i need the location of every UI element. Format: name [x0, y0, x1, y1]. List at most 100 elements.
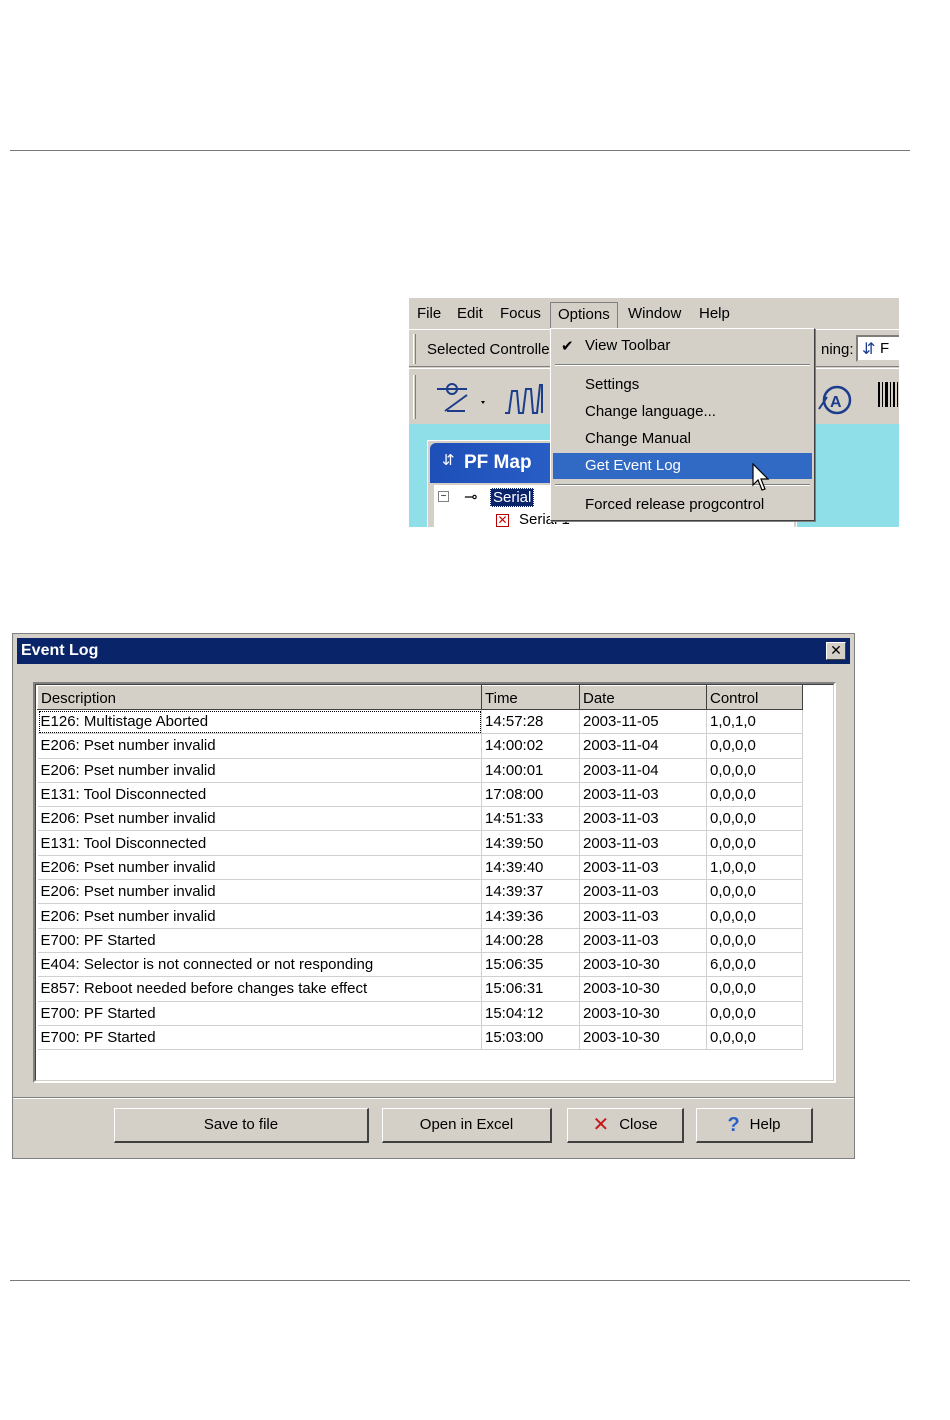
- cell-date: 2003-10-30: [579, 952, 707, 978]
- menu-options[interactable]: Options: [550, 302, 618, 329]
- column-header-control[interactable]: Control: [706, 685, 803, 710]
- cell-date: 2003-11-03: [579, 903, 707, 929]
- cell-description: E126: Multistage Aborted: [37, 709, 482, 735]
- help-button[interactable]: ? Help: [696, 1108, 813, 1143]
- save-to-file-label: Save to file: [203, 1116, 279, 1133]
- menu-focus[interactable]: Focus: [500, 305, 541, 322]
- tree-node-serial[interactable]: Serial: [490, 488, 535, 507]
- table-row[interactable]: E206: Pset number invalid 14:39:36 2003-11…: [37, 903, 803, 929]
- mouse-pointer-icon: [752, 463, 770, 491]
- dialog-titlebar[interactable]: Event Log ✕: [17, 638, 850, 664]
- table-row[interactable]: E700: PF Started 15:03:00 2003-10-30 0,0,0,…: [37, 1025, 803, 1051]
- dropdown-arrow-icon[interactable]: [481, 401, 485, 404]
- tightening-icon[interactable]: [437, 383, 468, 412]
- table-row[interactable]: E206: Pset number invalid 14:39:37 2003-11…: [37, 879, 803, 905]
- table-row[interactable]: E131: Tool Disconnected 17:08:00 2003-11-0…: [37, 782, 803, 808]
- cell-time: 17:08:00: [481, 782, 580, 808]
- menu-item-view-toolbar[interactable]: ✔ View Toolbar: [553, 333, 812, 359]
- table-row[interactable]: E857: Reboot needed before changes take …: [37, 976, 803, 1002]
- menu-window[interactable]: Window: [628, 305, 681, 322]
- cell-control: 0,0,0,0: [706, 1025, 803, 1051]
- tool-icon[interactable]: A: [818, 385, 852, 415]
- save-to-file-button[interactable]: Save to file: [114, 1108, 369, 1143]
- menu-file[interactable]: File: [417, 305, 441, 322]
- running-label: ning:: [821, 341, 854, 358]
- table-row[interactable]: E700: PF Started 15:04:12 2003-10-30 0,0,0,…: [37, 1001, 803, 1026]
- table-row[interactable]: E126: Multistage Aborted 14:57:28 2003-11-…: [37, 709, 803, 735]
- cell-control: 1,0,1,0: [706, 709, 803, 735]
- cell-date: 2003-11-03: [579, 879, 707, 905]
- table-row[interactable]: E206: Pset number invalid 14:39:40 2003-11…: [37, 855, 803, 881]
- menu-item-forced-release[interactable]: Forced release progcontrol: [553, 492, 812, 518]
- collapse-icon[interactable]: −: [438, 491, 449, 502]
- cell-control: 0,0,0,0: [706, 1001, 803, 1026]
- cell-time: 15:04:12: [481, 1001, 580, 1026]
- cell-date: 2003-10-30: [579, 976, 707, 1002]
- help-label: Help: [749, 1116, 781, 1133]
- cell-description: E131: Tool Disconnected: [37, 830, 482, 856]
- menu-edit[interactable]: Edit: [457, 305, 483, 322]
- cell-control: 6,0,0,0: [706, 952, 803, 978]
- cell-control: 0,0,0,0: [706, 758, 803, 783]
- cell-time: 14:00:01: [481, 758, 580, 783]
- menu-item-change-manual[interactable]: Change Manual: [553, 426, 812, 452]
- cell-description: E700: PF Started: [37, 1025, 482, 1051]
- table-row[interactable]: E404: Selector is not connected or not r…: [37, 952, 803, 978]
- cell-control: 0,0,0,0: [706, 782, 803, 808]
- cell-description: E206: Pset number invalid: [37, 879, 482, 905]
- table-row[interactable]: E206: Pset number invalid 14:00:01 2003-11…: [37, 758, 803, 783]
- column-header-time[interactable]: Time: [481, 685, 580, 710]
- cell-description: E700: PF Started: [37, 928, 482, 953]
- close-button[interactable]: ✕ Close: [567, 1108, 684, 1143]
- close-x-icon[interactable]: ✕: [826, 642, 846, 660]
- question-mark-icon: ?: [727, 1114, 740, 1136]
- event-table: Description Time Date Control E126: Mult…: [37, 685, 803, 1051]
- menu-separator: [555, 364, 810, 366]
- cell-description: E206: Pset number invalid: [37, 758, 482, 783]
- menu-item-get-event-log[interactable]: Get Event Log: [553, 453, 812, 479]
- menu-item-settings[interactable]: Settings: [553, 372, 812, 398]
- cell-date: 2003-10-30: [579, 1001, 707, 1026]
- cell-control: 0,0,0,0: [706, 928, 803, 953]
- running-combo[interactable]: ⇵ F: [856, 335, 899, 362]
- table-row[interactable]: E206: Pset number invalid 14:51:33 2003-11…: [37, 806, 803, 832]
- cell-description: E206: Pset number invalid: [37, 903, 482, 929]
- cell-description: E404: Selector is not connected or not r…: [37, 952, 482, 978]
- menu-help[interactable]: Help: [699, 305, 730, 322]
- barcode-icon[interactable]: [878, 382, 898, 407]
- cell-time: 15:03:00: [481, 1025, 580, 1051]
- toolbar-grip[interactable]: [413, 334, 416, 364]
- view-toolbar-label: View Toolbar: [585, 337, 671, 354]
- cell-description: E206: Pset number invalid: [37, 855, 482, 881]
- table-row[interactable]: E700: PF Started 14:00:28 2003-11-03 0,0,0,…: [37, 928, 803, 953]
- open-in-excel-button[interactable]: Open in Excel: [382, 1108, 552, 1143]
- trace-graph-icon[interactable]: [505, 384, 543, 414]
- page-rule-bottom: [10, 1280, 910, 1281]
- cell-date: 2003-11-05: [579, 709, 707, 735]
- pf-map-icon: ⇵: [442, 452, 455, 469]
- cell-description: E206: Pset number invalid: [37, 733, 482, 759]
- table-row[interactable]: E131: Tool Disconnected 14:39:50 2003-11-0…: [37, 830, 803, 856]
- cell-time: 14:00:28: [481, 928, 580, 953]
- cell-time: 14:39:50: [481, 830, 580, 856]
- table-row[interactable]: E206: Pset number invalid 14:00:02 2003-11…: [37, 733, 803, 759]
- cell-date: 2003-11-04: [579, 733, 707, 759]
- cell-date: 2003-11-03: [579, 806, 707, 832]
- column-header-date[interactable]: Date: [579, 685, 707, 710]
- cell-time: 14:39:36: [481, 903, 580, 929]
- disconnected-icon: ✕: [496, 513, 509, 527]
- check-icon: ✔: [561, 338, 574, 355]
- cell-control: 0,0,0,0: [706, 806, 803, 832]
- cell-control: 0,0,0,0: [706, 733, 803, 759]
- column-header-description[interactable]: Description: [37, 685, 482, 710]
- cell-date: 2003-11-03: [579, 782, 707, 808]
- event-list-panel: Description Time Date Control E126: Mult…: [33, 682, 836, 1083]
- cell-date: 2003-11-03: [579, 830, 707, 856]
- cell-date: 2003-11-03: [579, 928, 707, 953]
- dialog-title: Event Log: [21, 642, 99, 659]
- cell-time: 14:57:28: [481, 709, 580, 735]
- menu-item-change-language[interactable]: Change language...: [553, 399, 812, 425]
- selected-controller-label: Selected Controlle: [427, 341, 550, 358]
- cell-control: 0,0,0,0: [706, 830, 803, 856]
- svg-text:A: A: [830, 394, 842, 411]
